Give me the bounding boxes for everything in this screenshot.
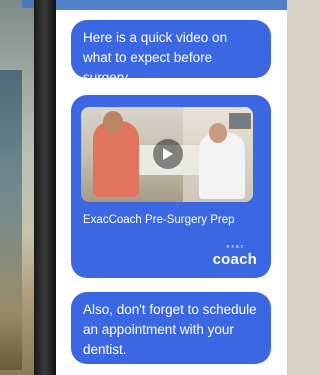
coach-logo-small: exac xyxy=(226,244,246,250)
phone-bezel xyxy=(34,0,56,375)
video-thumbnail[interactable] xyxy=(81,107,253,202)
coach-logo: exac coach xyxy=(212,244,257,268)
message-text: Also, don't forget to schedule an appoin… xyxy=(83,302,257,357)
message-bubble: Also, don't forget to schedule an appoin… xyxy=(71,292,271,364)
play-button[interactable] xyxy=(153,139,183,169)
message-text: Here is a quick video on what to expect … xyxy=(83,30,228,85)
photo-scene: Here is a quick video on what to expect … xyxy=(0,0,287,375)
play-icon xyxy=(163,148,173,160)
status-bar xyxy=(56,0,287,10)
message-bubble: Here is a quick video on what to expect … xyxy=(71,20,271,85)
thumbnail-doctor xyxy=(199,133,245,199)
thumbnail-patient-head xyxy=(103,111,123,133)
coach-logo-text: coach xyxy=(212,251,257,268)
video-message-card[interactable]: ExacCoach Pre-Surgery Prep exac coach xyxy=(71,95,271,278)
background-detail xyxy=(0,70,22,370)
thumbnail-doctor-head xyxy=(209,123,227,143)
video-title: ExacCoach Pre-Surgery Prep xyxy=(83,214,235,226)
thumbnail-artwork xyxy=(229,113,251,129)
